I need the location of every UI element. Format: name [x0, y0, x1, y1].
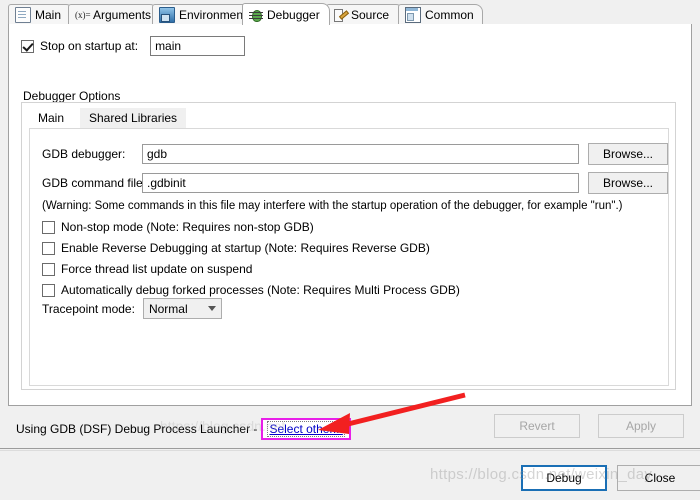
inner-tab-shared-libraries-label: Shared Libraries — [89, 111, 178, 125]
force-thread-list-update-label: Force thread list update on suspend — [61, 262, 253, 276]
debug-button[interactable]: Debug — [521, 465, 607, 491]
environment-icon — [159, 6, 175, 23]
gdb-command-file-input[interactable] — [142, 173, 579, 193]
inner-tab-main[interactable]: Main — [29, 108, 74, 128]
stop-on-startup-label: Stop on startup at: — [40, 39, 139, 53]
close-button[interactable]: Close — [617, 465, 700, 491]
tab-source[interactable]: Source — [326, 4, 404, 24]
gdb-debugger-input[interactable] — [142, 144, 579, 164]
configuration-tab-strip: Main (x)= Arguments Environment Debugger… — [8, 2, 692, 25]
non-stop-mode-label: Non-stop mode (Note: Requires non-stop G… — [61, 220, 314, 234]
stop-on-startup-checkbox[interactable] — [21, 39, 34, 53]
tab-debugger[interactable]: Debugger — [242, 3, 330, 25]
gdb-debugger-browse-button[interactable]: Browse... — [588, 143, 668, 165]
auto-debug-forked-row[interactable]: Automatically debug forked processes (No… — [42, 283, 460, 297]
tracepoint-mode-row: Tracepoint mode: Normal — [42, 298, 222, 319]
gdb-debugger-row: GDB debugger: Browse... — [42, 143, 672, 165]
tab-source-label: Source — [351, 7, 390, 22]
inner-tab-main-label: Main — [38, 111, 65, 125]
tab-environment-label: Environment — [179, 7, 247, 22]
force-thread-list-update-row[interactable]: Force thread list update on suspend — [42, 262, 252, 276]
gdb-command-file-browse-button[interactable]: Browse... — [588, 172, 668, 194]
select-other-highlight: Select other... — [261, 418, 351, 440]
launcher-info-row: Using GDB (DSF) Debug Process Launcher -… — [16, 418, 351, 440]
launcher-text: Using GDB (DSF) Debug Process Launcher - — [16, 422, 258, 436]
non-stop-mode-checkbox[interactable] — [42, 220, 55, 234]
tracepoint-mode-value: Normal — [148, 301, 188, 316]
tab-common-label: Common — [425, 7, 474, 22]
debugger-tab-panel: Stop on startup at: Debugger Options Mai… — [8, 24, 692, 406]
document-icon — [15, 6, 31, 23]
tab-arguments-label: Arguments — [93, 7, 152, 22]
select-other-link[interactable]: Select other... — [267, 421, 345, 437]
stop-on-startup-input[interactable] — [150, 36, 246, 56]
common-icon — [405, 6, 421, 23]
tab-debugger-label: Debugger — [267, 7, 320, 22]
footer-divider — [0, 450, 700, 451]
force-thread-list-update-checkbox[interactable] — [42, 262, 55, 276]
bug-icon — [249, 8, 263, 22]
tab-main-label: Main — [35, 7, 62, 22]
debugger-options-main-panel — [29, 128, 669, 386]
footer-divider-top — [0, 448, 700, 449]
tracepoint-mode-select[interactable]: Normal — [142, 298, 222, 319]
reverse-debugging-label: Enable Reverse Debugging at startup (Not… — [61, 241, 430, 255]
debug-configurations-dialog: Main (x)= Arguments Environment Debugger… — [0, 0, 700, 500]
auto-debug-forked-checkbox[interactable] — [42, 283, 55, 297]
gdb-command-file-label: GDB command file: — [42, 176, 147, 190]
tracepoint-mode-label: Tracepoint mode: — [42, 301, 135, 316]
tab-main[interactable]: Main — [8, 4, 74, 24]
apply-button[interactable]: Apply — [598, 414, 684, 438]
gdb-debugger-label: GDB debugger: — [42, 147, 126, 161]
debugger-options-group-label: Debugger Options — [23, 89, 121, 103]
chevron-down-icon — [207, 306, 216, 311]
gdb-command-file-row: GDB command file: Browse... — [42, 172, 672, 194]
auto-debug-forked-label: Automatically debug forked processes (No… — [61, 283, 460, 297]
source-icon — [333, 8, 347, 22]
tab-arguments[interactable]: (x)= Arguments — [68, 4, 158, 24]
gdb-command-file-warning: (Warning: Some commands in this file may… — [42, 200, 623, 212]
inner-tab-shared-libraries[interactable]: Shared Libraries — [80, 108, 187, 128]
arguments-icon: (x)= — [75, 9, 91, 20]
reverse-debugging-row[interactable]: Enable Reverse Debugging at startup (Not… — [42, 241, 430, 255]
stop-on-startup-row: Stop on startup at: — [21, 36, 246, 56]
tab-common[interactable]: Common — [398, 4, 483, 24]
non-stop-mode-row[interactable]: Non-stop mode (Note: Requires non-stop G… — [42, 220, 314, 234]
revert-button[interactable]: Revert — [494, 414, 580, 438]
reverse-debugging-checkbox[interactable] — [42, 241, 55, 255]
